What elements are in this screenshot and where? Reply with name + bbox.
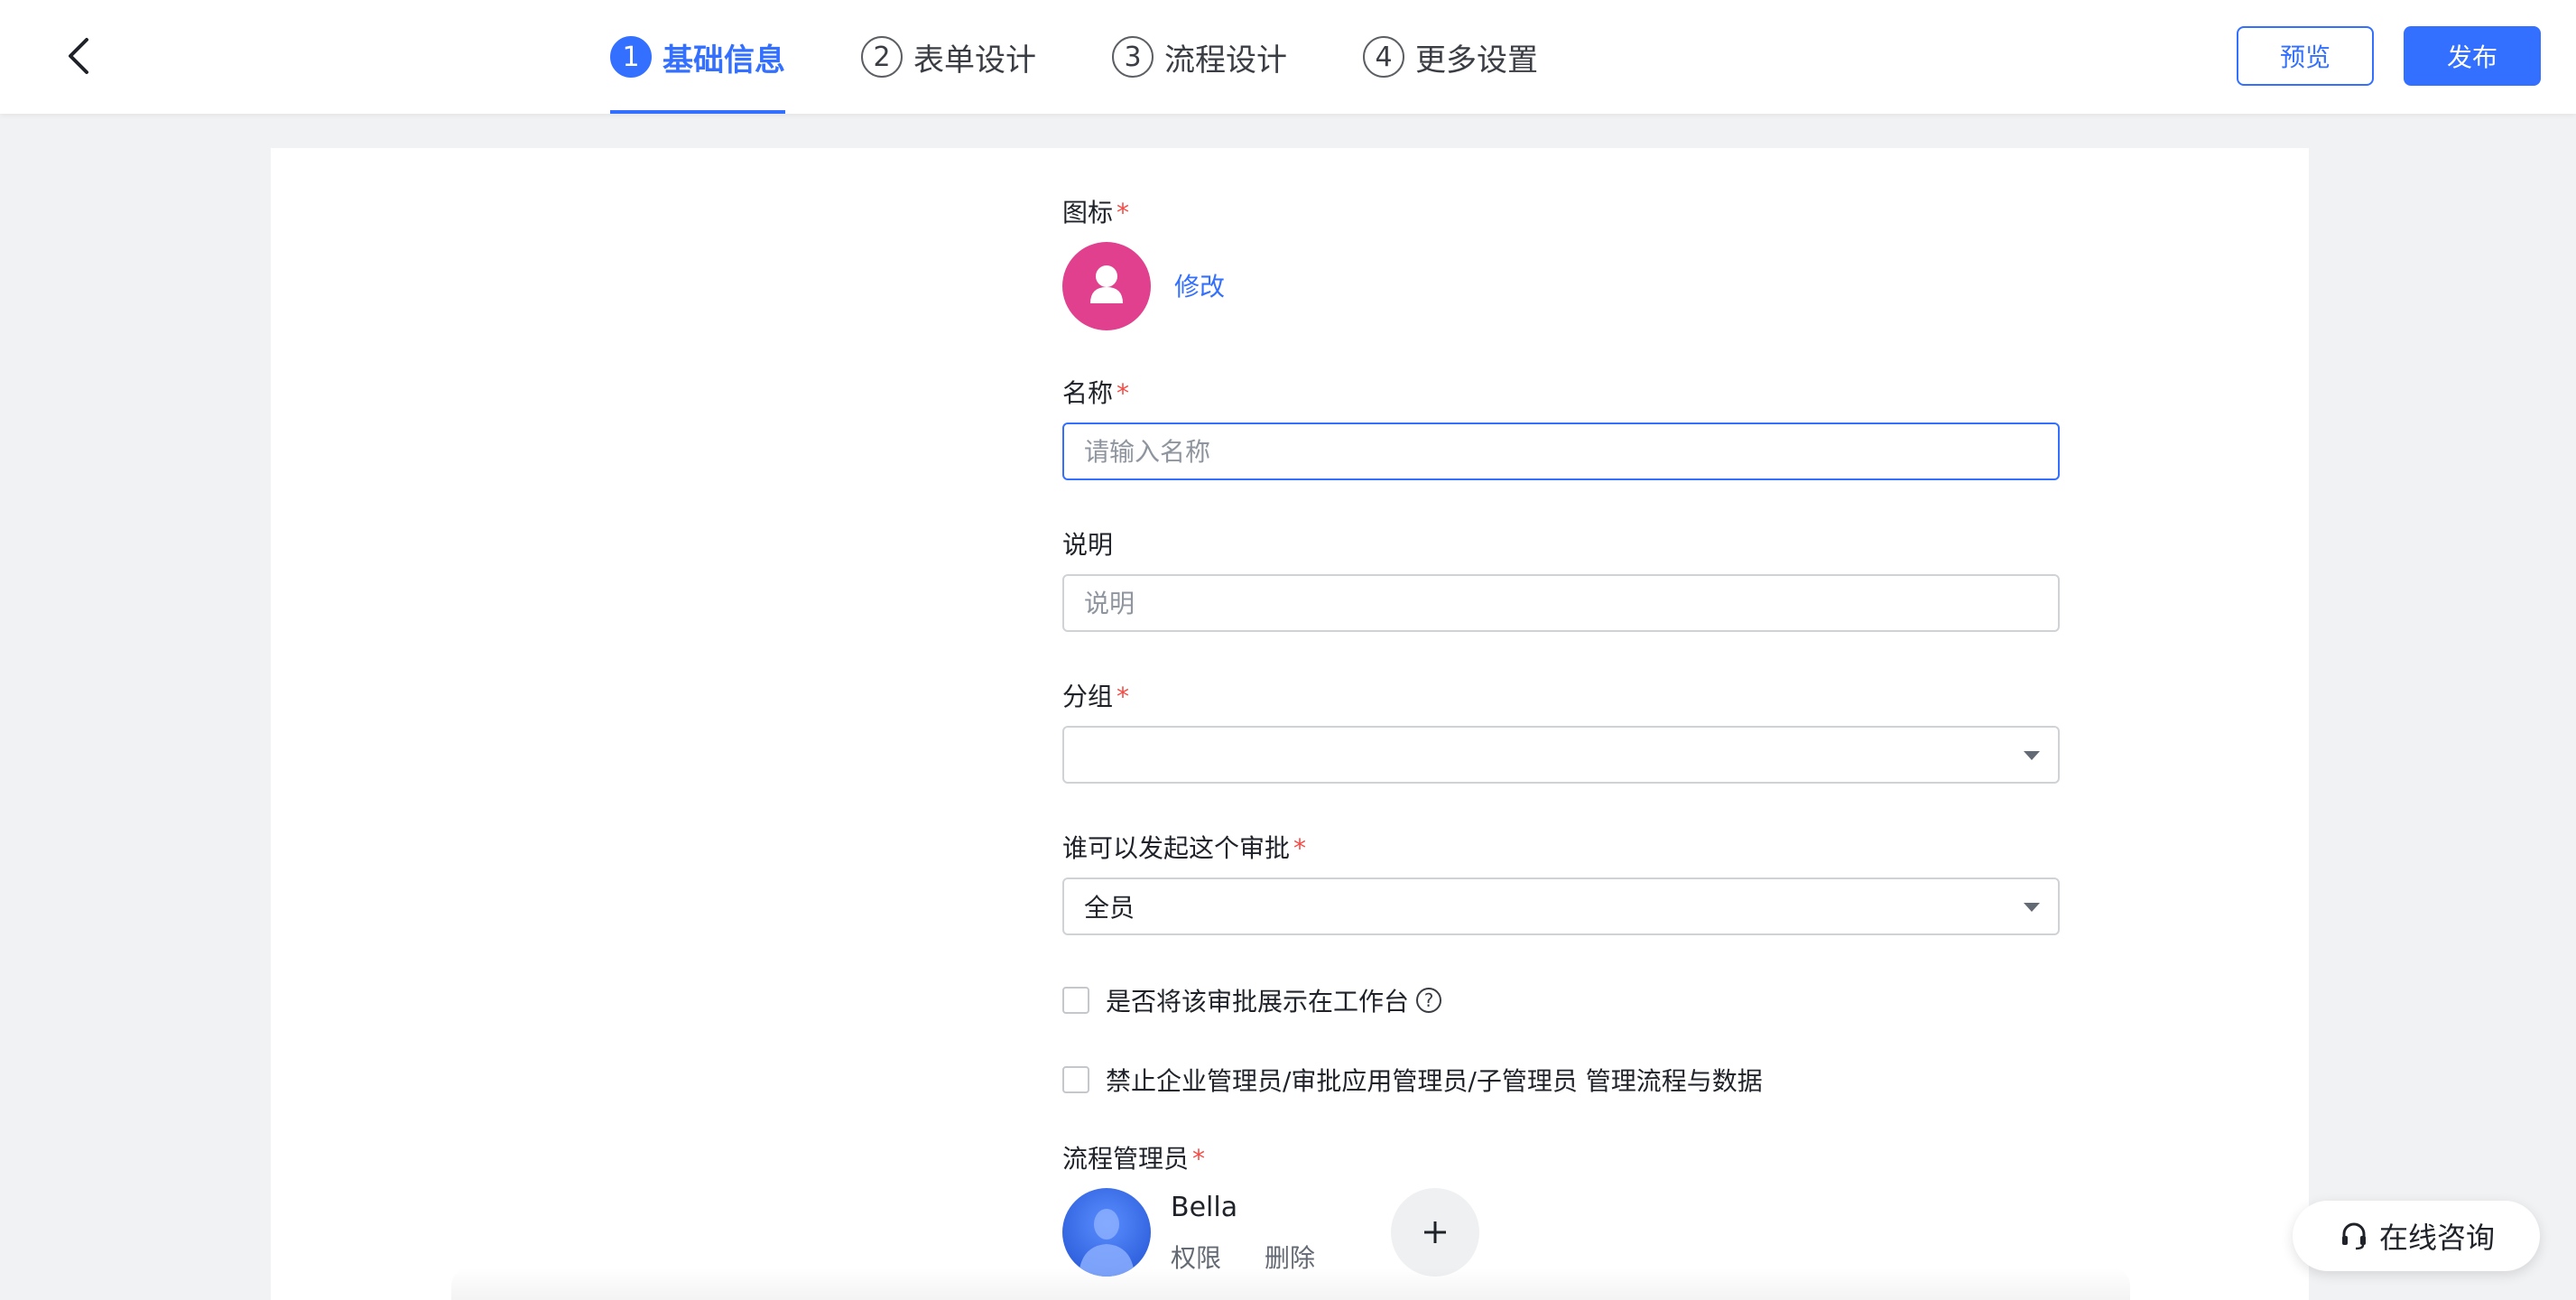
initiator-select[interactable]: 全员 [1062, 878, 2060, 935]
tab-process-design[interactable]: 3 流程设计 [1112, 0, 1287, 114]
caret-down-icon [2024, 751, 2040, 760]
forbid-admin-checkbox[interactable] [1062, 1066, 1089, 1093]
description-field-label: 说明 [1062, 525, 1113, 562]
add-admin-button[interactable] [1391, 1188, 1479, 1277]
tab-basic-info[interactable]: 1 基础信息 [610, 0, 785, 114]
app-icon[interactable] [1062, 242, 1151, 330]
name-field-label: 名称 * [1062, 374, 1129, 410]
step-number: 3 [1112, 36, 1154, 78]
step-label: 表单设计 [913, 42, 1036, 79]
required-mark: * [1117, 378, 1130, 408]
top-bar: 1 基础信息 2 表单设计 3 流程设计 4 更多设置 预览 发布 [0, 0, 2576, 114]
required-mark: * [1192, 1144, 1206, 1174]
label-text: 图标 [1062, 198, 1114, 228]
required-mark: * [1293, 833, 1307, 863]
user-silhouette-icon [1079, 1209, 1135, 1277]
admin-name: Bella [1171, 1192, 1238, 1223]
checkbox-label: 是否将该审批展示在工作台 [1106, 987, 1410, 1017]
main-card: 图标* 修改 名称* 说明 分组* 谁可以发起这个审批* [271, 148, 2309, 1300]
group-field-label: 分组 * [1062, 677, 1129, 713]
step-label: 基础信息 [663, 42, 785, 79]
tab-more-settings[interactable]: 4 更多设置 [1363, 0, 1538, 114]
step-tabs: 1 基础信息 2 表单设计 3 流程设计 4 更多设置 [610, 0, 1614, 114]
label-text: 流程管理员 [1062, 1144, 1190, 1174]
label-text: 说明 [1062, 530, 1114, 560]
bottom-shadow [451, 1268, 2130, 1300]
tab-form-design[interactable]: 2 表单设计 [861, 0, 1036, 114]
avatar [1062, 1188, 1151, 1277]
label-text: 谁可以发起这个审批 [1062, 833, 1291, 863]
online-consult-button[interactable]: 在线咨询 [2293, 1201, 2540, 1271]
checkbox-label: 禁止企业管理员/审批应用管理员/子管理员 管理流程与数据 [1106, 1066, 1763, 1096]
plus-icon [1424, 1221, 1446, 1243]
question-circle-icon[interactable]: ? [1416, 988, 1442, 1013]
description-input[interactable] [1062, 574, 2060, 632]
group-select[interactable] [1062, 726, 2060, 784]
consult-label: 在线咨询 [2378, 1221, 2495, 1255]
chevron-left-icon [69, 38, 88, 74]
preview-button[interactable]: 预览 [2237, 26, 2374, 86]
forbid-admin-row: 禁止企业管理员/审批应用管理员/子管理员 管理流程与数据 [1062, 1062, 1763, 1098]
step-number: 1 [610, 36, 652, 78]
show-on-workbench-row: 是否将该审批展示在工作台 ? [1062, 982, 1442, 1018]
name-input[interactable] [1062, 422, 2060, 480]
select-value: 全员 [1084, 893, 1135, 923]
required-mark: * [1117, 198, 1130, 228]
label-text: 分组 [1062, 682, 1114, 711]
headset-icon [2341, 1222, 2366, 1250]
admins-field-label: 流程管理员 * [1062, 1139, 1205, 1175]
step-number: 4 [1363, 36, 1404, 78]
person-icon [1090, 265, 1123, 303]
required-mark: * [1117, 682, 1130, 711]
step-number: 2 [861, 36, 903, 78]
icon-field-label: 图标 * [1062, 193, 1129, 229]
step-label: 流程设计 [1164, 42, 1287, 79]
show-on-workbench-checkbox[interactable] [1062, 987, 1089, 1014]
back-button[interactable] [56, 31, 107, 81]
label-text: 名称 [1062, 378, 1114, 408]
modify-icon-link[interactable]: 修改 [1174, 267, 1225, 303]
publish-button[interactable]: 发布 [2404, 26, 2541, 86]
caret-down-icon [2024, 903, 2040, 912]
step-label: 更多设置 [1415, 42, 1538, 79]
initiator-field-label: 谁可以发起这个审批 * [1062, 829, 1306, 865]
